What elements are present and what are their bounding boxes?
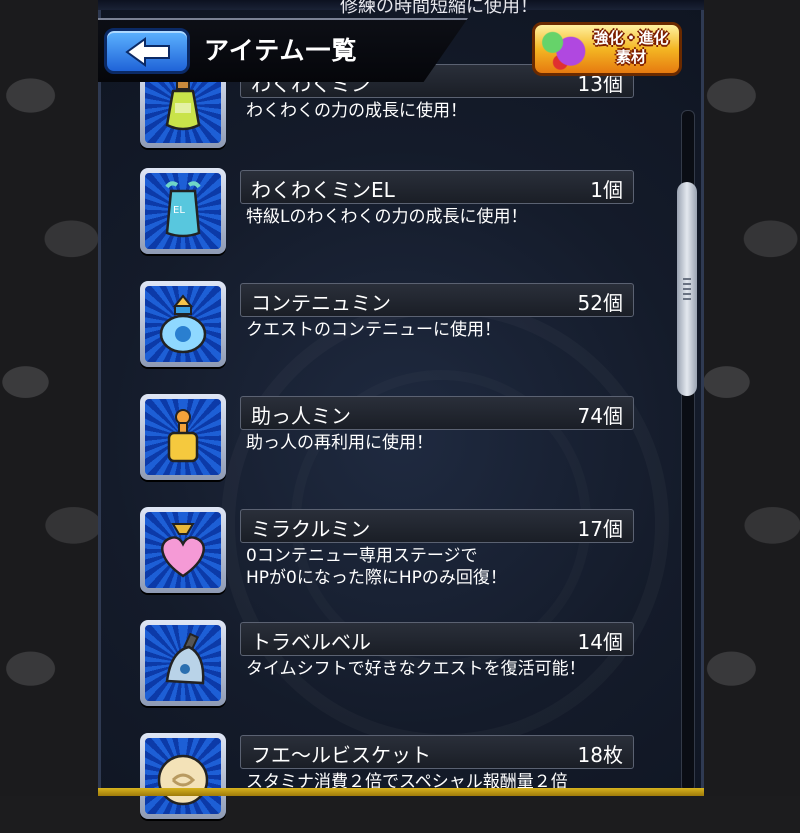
item-description: 助っ人の再利用に使用！ — [246, 432, 433, 454]
item-description-line: HPが0になった際にHPのみ回復！ — [246, 568, 507, 588]
item-count: 52個 — [577, 291, 623, 315]
back-button[interactable] — [104, 28, 190, 74]
item-description: わくわくの力の成長に使用！ — [246, 100, 467, 122]
item-count: 17個 — [577, 517, 623, 541]
item-description-line: 助っ人の再利用に使用！ — [246, 433, 433, 453]
badge-label-line1: 強化・進化 — [593, 29, 669, 47]
item-description: タイムシフトで好きなクエストを復活可能！ — [246, 658, 586, 680]
heart-bottle-icon — [145, 512, 221, 588]
top-strip: 修練の時間短縮に使用！ — [98, 0, 704, 17]
item-description: 0コンテニュー専用ステージで HPが0になった際にHPのみ回復！ — [246, 545, 507, 589]
item-icon-frame[interactable] — [140, 394, 226, 480]
biscuit-icon — [145, 738, 221, 814]
item-count: 1個 — [590, 178, 623, 202]
item-name: 助っ人ミン — [251, 404, 351, 428]
item-description-line: わくわくの力の成長に使用！ — [246, 101, 467, 121]
item-count: 14個 — [577, 630, 623, 654]
item-icon-frame[interactable] — [140, 733, 226, 819]
item-name-bar: わくわくミンEL 1個 — [240, 170, 634, 204]
item-name-bar: 助っ人ミン 74個 — [240, 396, 634, 430]
item-description-line: タイムシフトで好きなクエストを復活可能！ — [246, 659, 586, 679]
item-row[interactable]: 助っ人ミン 74個助っ人の再利用に使用！ — [0, 394, 800, 494]
item-row[interactable]: フエ〜ルビスケット 18枚 スタミナ消費２倍でスペシャル報酬量２倍 — [0, 733, 800, 833]
item-name-bar: ミラクルミン 17個 — [240, 509, 634, 543]
item-name: トラベルベル — [251, 630, 371, 654]
bell-icon — [145, 625, 221, 701]
item-name-bar: フエ〜ルビスケット 18枚 — [240, 735, 634, 769]
partial-item-desc: 修練の時間短縮に使用！ — [340, 0, 538, 17]
item-name-bar: コンテニュミン 52個 — [240, 283, 634, 317]
blue-jar-icon — [145, 286, 221, 362]
material-orbs-icon — [537, 27, 589, 71]
svg-text:EL: EL — [173, 205, 185, 216]
item-row[interactable]: トラベルベル 14個タイムシフトで好きなクエストを復活可能！ — [0, 620, 800, 720]
item-description-line: 0コンテニュー専用ステージで — [246, 546, 478, 566]
item-row[interactable]: ミラクルミン 17個 0コンテニュー専用ステージで HPが0になった際にHPのみ回復！ — [0, 507, 800, 607]
enhance-material-button[interactable]: 強化・進化 素材 — [532, 22, 682, 76]
item-name: ミラクルミン — [251, 517, 371, 541]
scrollbar-grip — [683, 278, 691, 300]
item-icon-frame[interactable] — [140, 281, 226, 367]
item-name: フエ〜ルビスケット — [251, 743, 431, 767]
orange-bottle-icon — [145, 399, 221, 475]
item-description: 特級Lのわくわくの力の成長に使用！ — [246, 206, 527, 228]
item-icon-frame[interactable]: EL — [140, 168, 226, 254]
item-description-line: 特級Lのわくわくの力の成長に使用！ — [246, 207, 528, 227]
item-description-line: クエストのコンテニューに使用！ — [246, 320, 501, 340]
item-count: 74個 — [577, 404, 623, 428]
badge-label-line2: 素材 — [615, 48, 646, 66]
blue-bottle-el-icon: EL — [145, 173, 221, 249]
item-icon-frame[interactable] — [140, 620, 226, 706]
page-title: アイテム一覧 — [204, 36, 358, 65]
item-count: 18枚 — [577, 743, 623, 767]
back-arrow-icon — [125, 37, 170, 67]
item-name: わくわくミンEL — [251, 178, 395, 202]
item-name-bar: トラベルベル 14個 — [240, 622, 634, 656]
bottom-menu-strip[interactable] — [98, 788, 704, 796]
item-icon-frame[interactable] — [140, 507, 226, 593]
item-name: コンテニュミン — [251, 291, 391, 315]
item-description: クエストのコンテニューに使用！ — [246, 319, 501, 341]
